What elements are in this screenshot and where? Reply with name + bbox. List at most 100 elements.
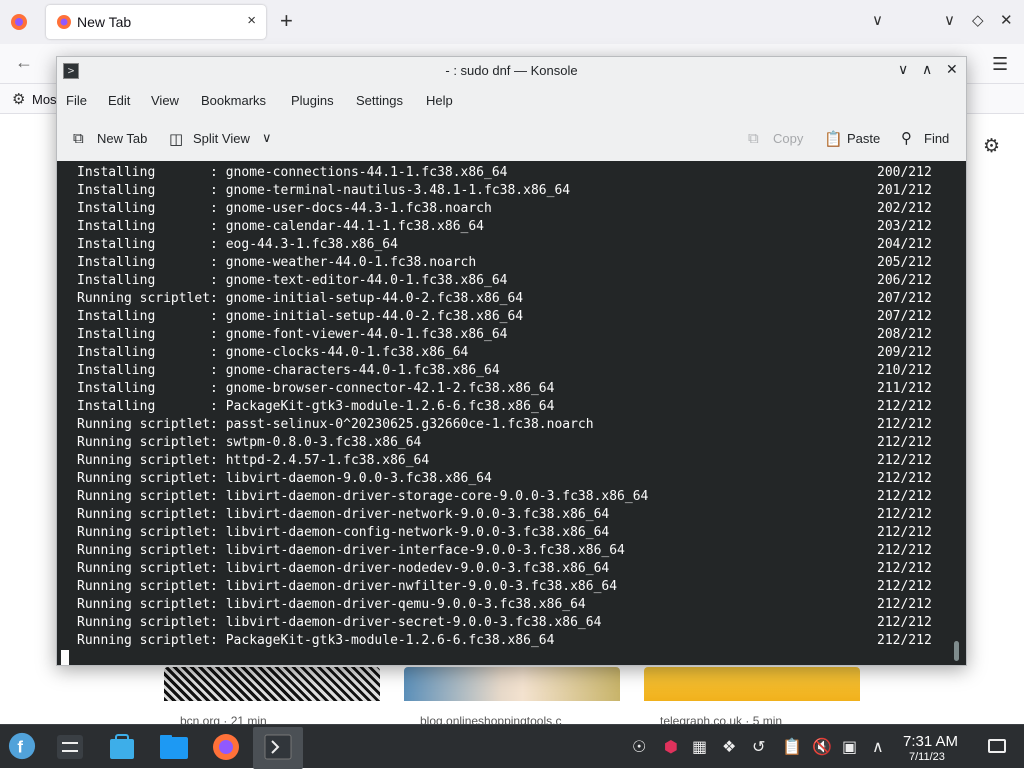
line-package: gnome-terminal-nautilus-3.48.1-1.fc38.x8… — [225, 183, 571, 198]
line-progress-count: 200/212 — [877, 165, 932, 180]
terminal-line: Installing : gnome-text-editor-44.0-1.fc… — [77, 272, 932, 290]
volume-muted-icon[interactable]: 🔇 — [812, 737, 832, 757]
menu-help[interactable]: Help — [426, 93, 453, 108]
line-action: Installing : — [77, 309, 226, 324]
menu-bookmarks[interactable]: Bookmarks — [201, 93, 266, 108]
list-all-tabs-icon[interactable]: ∨ — [872, 11, 883, 29]
line-action: Running scriptlet: — [77, 417, 226, 432]
menu-settings[interactable]: Settings — [356, 93, 403, 108]
back-arrow-icon[interactable]: ← — [15, 52, 33, 73]
firefox-icon[interactable] — [10, 13, 28, 31]
maximize-icon[interactable]: ∧ — [922, 61, 932, 78]
line-package: gnome-user-docs-44.3-1.fc38.noarch — [225, 201, 492, 216]
line-progress-count: 208/212 — [877, 327, 932, 342]
terminal-line: Running scriptlet: swtpm-0.8.0-3.fc38.x8… — [77, 434, 932, 452]
close-icon[interactable]: ✕ — [946, 61, 958, 78]
line-package: gnome-characters-44.0-1.fc38.x86_64 — [225, 363, 500, 378]
close-window-icon[interactable]: ✕ — [1000, 11, 1013, 29]
new-tab-icon[interactable]: ⧉ — [73, 130, 84, 147]
konsole-icon[interactable] — [263, 733, 293, 761]
terminal-line: Running scriptlet: libvirt-daemon-driver… — [77, 542, 932, 560]
minimize-icon[interactable]: ∨ — [944, 11, 955, 29]
system-settings-icon[interactable] — [55, 733, 85, 761]
firefox-icon[interactable] — [211, 733, 241, 761]
new-tab-button[interactable]: New Tab — [97, 131, 147, 146]
update-icon[interactable]: ↺ — [752, 737, 765, 757]
line-action: Running scriptlet: — [77, 435, 226, 450]
line-action: Installing : — [77, 399, 226, 414]
tab-new-tab[interactable]: New Tab × — [46, 5, 266, 39]
line-action: Running scriptlet: — [77, 633, 226, 648]
terminal-line: Running scriptlet: libvirt-daemon-config… — [77, 524, 932, 542]
hamburger-menu-icon[interactable]: ☰ — [992, 54, 1008, 75]
title-bar[interactable]: > - : sudo dnf — Konsole ∨ ∧ ✕ — [57, 57, 966, 87]
line-action: Installing : — [77, 381, 226, 396]
menu-plugins[interactable]: Plugins — [291, 93, 334, 108]
grid-icon[interactable]: ▦ — [692, 737, 707, 757]
bookmark-item[interactable]: Mos — [32, 92, 57, 107]
line-progress-count: 212/212 — [877, 471, 932, 486]
line-progress-count: 212/212 — [877, 615, 932, 630]
story-card-image[interactable] — [644, 667, 860, 701]
paste-button[interactable]: Paste — [847, 131, 880, 146]
chevron-up-icon[interactable]: ∧ — [872, 737, 884, 757]
line-package: PackageKit-gtk3-module-1.2.6-6.fc38.x86_… — [225, 633, 555, 648]
split-view-icon[interactable]: ◫ — [169, 130, 183, 148]
terminal-line: Running scriptlet: libvirt-daemon-driver… — [77, 488, 932, 506]
terminal-output[interactable]: Installing : gnome-connections-44.1-1.fc… — [57, 161, 966, 665]
terminal-line: Installing : gnome-browser-connector-42.… — [77, 380, 932, 398]
new-tab-button[interactable]: + — [280, 9, 293, 33]
connect-icon[interactable]: ❖ — [722, 737, 736, 757]
line-package: eog-44.3-1.fc38.x86_64 — [225, 237, 398, 252]
fedora-launcher-icon[interactable]: f — [7, 732, 37, 760]
maximize-icon[interactable]: ◇ — [972, 11, 984, 29]
window-title: - : sudo dnf — Konsole — [445, 63, 578, 78]
story-card-image[interactable] — [164, 667, 380, 701]
copy-button[interactable]: Copy — [773, 131, 803, 146]
line-package: libvirt-daemon-driver-nwfilter-9.0.0-3.f… — [225, 579, 618, 594]
terminal-line: Running scriptlet: httpd-2.4.57-1.fc38.x… — [77, 452, 932, 470]
show-desktop-icon[interactable] — [988, 739, 1006, 753]
toolbar: ⧉ New Tab ◫ Split View ∨ ⧉ Copy 📋 Paste … — [57, 121, 966, 159]
gear-icon[interactable]: ⚙ — [12, 90, 25, 108]
line-progress-count: 207/212 — [877, 291, 932, 306]
line-package: passt-selinux-0^20230625.g32660ce-1.fc38… — [225, 417, 594, 432]
scrollbar-handle[interactable] — [954, 641, 959, 661]
line-action: Running scriptlet: — [77, 525, 226, 540]
story-card-image[interactable] — [404, 667, 620, 701]
menu-file[interactable]: File — [66, 93, 87, 108]
line-action: Installing : — [77, 165, 226, 180]
package-updates-icon[interactable]: ⬢ — [664, 737, 678, 757]
firefox-tab-strip: New Tab × + ∨ ∨ ◇ ✕ — [0, 0, 1024, 44]
paste-icon[interactable]: 📋 — [824, 130, 843, 148]
line-action: Running scriptlet: — [77, 579, 226, 594]
split-view-button[interactable]: Split View — [193, 131, 250, 146]
notifications-icon[interactable]: ☉ — [632, 737, 646, 757]
search-icon[interactable]: ⚲ — [901, 129, 912, 147]
terminal-line: Running scriptlet: libvirt-daemon-driver… — [77, 560, 932, 578]
discover-icon[interactable] — [107, 733, 137, 761]
minimize-icon[interactable]: ∨ — [898, 61, 908, 78]
tab-label: New Tab — [77, 14, 132, 30]
konsole-window: > - : sudo dnf — Konsole ∨ ∧ ✕ File Edit… — [56, 56, 967, 666]
network-icon[interactable]: ▣ — [842, 737, 857, 757]
tab-close-icon[interactable]: × — [247, 12, 256, 29]
terminal-line: Running scriptlet: gnome-initial-setup-4… — [77, 290, 932, 308]
clipboard-icon[interactable]: 📋 — [782, 737, 802, 757]
chevron-down-icon[interactable]: ∨ — [262, 130, 272, 146]
line-package: gnome-calendar-44.1-1.fc38.x86_64 — [225, 219, 484, 234]
firefox-favicon-icon — [57, 15, 71, 29]
line-progress-count: 203/212 — [877, 219, 932, 234]
find-button[interactable]: Find — [924, 131, 949, 146]
clock-date[interactable]: 7/11/23 — [909, 751, 945, 763]
settings-gear-icon[interactable]: ⚙ — [983, 135, 1000, 158]
line-package: gnome-initial-setup-44.0-2.fc38.x86_64 — [225, 309, 524, 324]
line-progress-count: 212/212 — [877, 417, 932, 432]
menu-edit[interactable]: Edit — [108, 93, 130, 108]
dolphin-icon[interactable] — [159, 733, 189, 761]
menu-view[interactable]: View — [151, 93, 179, 108]
line-package: libvirt-daemon-driver-storage-core-9.0.0… — [225, 489, 649, 504]
line-package: libvirt-daemon-config-network-9.0.0-3.fc… — [225, 525, 610, 540]
line-action: Running scriptlet: — [77, 615, 226, 630]
clock-time[interactable]: 7:31 AM — [903, 733, 958, 750]
